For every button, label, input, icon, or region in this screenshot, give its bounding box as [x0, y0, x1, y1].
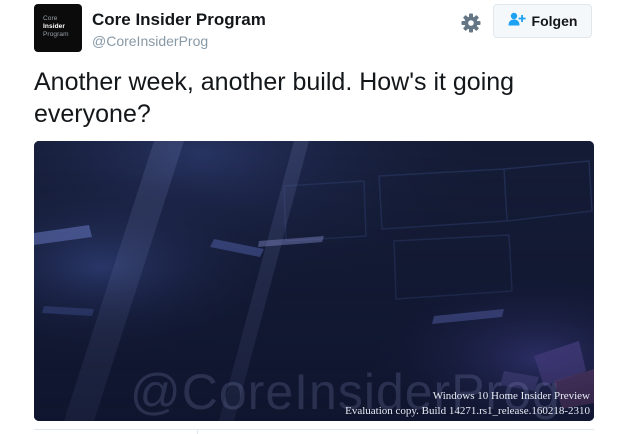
- avatar-logo-line: Insider: [43, 23, 66, 30]
- avatar-logo: Core Insider Program: [43, 15, 69, 39]
- divider: [34, 429, 594, 430]
- tweet-text: Another week, another build. How's it go…: [34, 68, 515, 128]
- follow-button[interactable]: Folgen: [493, 4, 592, 38]
- build-edition: Windows 10 Home Insider Preview: [432, 390, 590, 402]
- avatar-logo-line: Program: [43, 31, 69, 38]
- handle[interactable]: @CoreInsiderProg: [92, 33, 208, 49]
- avatar-logo-line: Core: [43, 15, 58, 22]
- add-user-icon: [508, 12, 526, 31]
- tweet-image[interactable]: @CoreInsiderProg Windows 10 Home Insider…: [34, 141, 594, 421]
- follow-label: Folgen: [531, 13, 578, 29]
- divider: [197, 430, 198, 434]
- display-name[interactable]: Core Insider Program: [92, 10, 266, 30]
- gear-icon[interactable]: [460, 12, 482, 34]
- avatar[interactable]: Core Insider Program: [34, 4, 82, 52]
- build-info: Evaluation copy. Build 14271.rs1_release…: [345, 405, 590, 417]
